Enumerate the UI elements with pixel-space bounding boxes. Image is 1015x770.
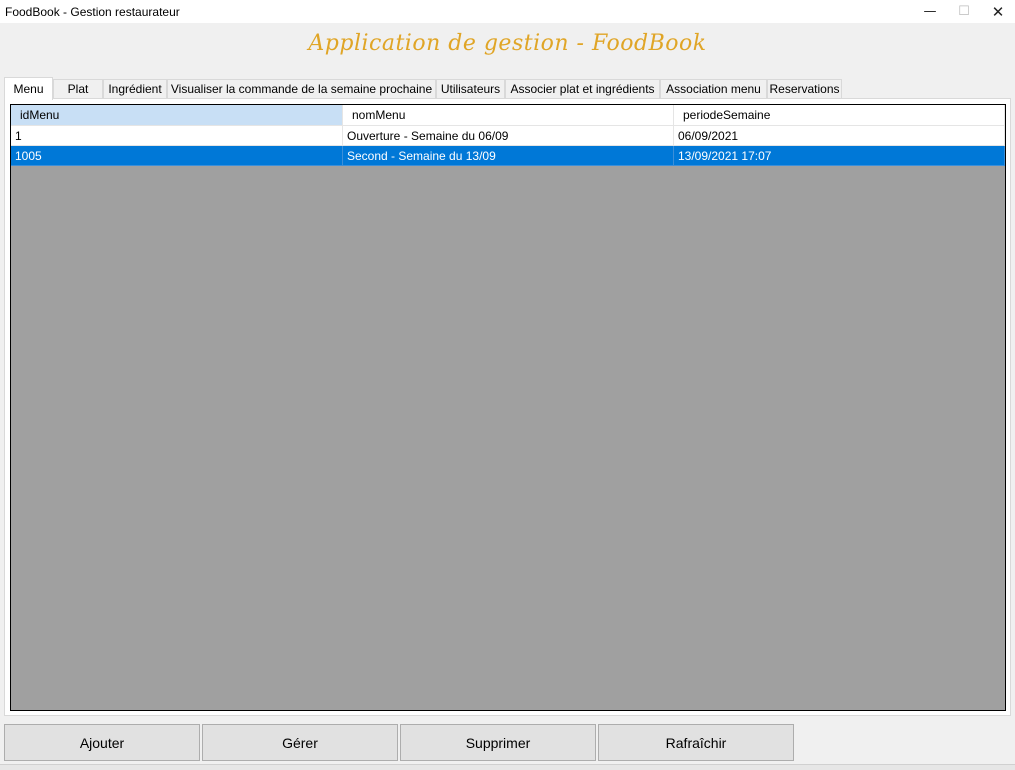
grid-header: idMenu nomMenu periodeSemaine [11,105,1005,126]
manage-button[interactable]: Gérer [202,724,398,761]
cell-idmenu[interactable]: 1005 [11,146,343,166]
tab-weekly-order[interactable]: Visualiser la commande de la semaine pro… [167,79,436,98]
refresh-button[interactable]: Rafraîchir [598,724,794,761]
window-title: FoodBook - Gestion restaurateur [5,5,180,19]
tab-menu-association[interactable]: Association menu [660,79,767,98]
minimize-button[interactable]: — [912,0,948,23]
close-button[interactable]: ✕ [980,0,1015,23]
delete-button[interactable]: Supprimer [400,724,596,761]
cell-idmenu[interactable]: 1 [11,126,343,146]
tab-reservations[interactable]: Reservations [767,79,842,98]
menu-grid[interactable]: idMenu nomMenu periodeSemaine 1 Ouvertur… [10,104,1006,711]
add-button[interactable]: Ajouter [4,724,200,761]
cell-nommenu[interactable]: Second - Semaine du 13/09 [343,146,674,166]
app-heading: Application de gestion - FoodBook [308,31,707,56]
tab-dish-ingredients[interactable]: Associer plat et ingrédients [505,79,660,98]
table-row[interactable]: 1 Ouverture - Semaine du 06/09 06/09/202… [11,126,1005,146]
tab-users[interactable]: Utilisateurs [436,79,505,98]
cell-periodesemaine[interactable]: 13/09/2021 17:07 [674,146,1005,166]
title-bar: FoodBook - Gestion restaurateur — ☐ ✕ [0,0,1015,24]
table-row-selected[interactable]: 1005 Second - Semaine du 13/09 13/09/202… [11,146,1005,166]
column-header-idmenu[interactable]: idMenu [11,105,343,126]
cell-periodesemaine[interactable]: 06/09/2021 [674,126,1005,146]
column-header-nommenu[interactable]: nomMenu [343,105,674,126]
status-bar [0,764,1015,770]
cell-nommenu[interactable]: Ouverture - Semaine du 06/09 [343,126,674,146]
column-header-periodesemaine[interactable]: periodeSemaine [674,105,1005,126]
maximize-button[interactable]: ☐ [946,0,982,23]
tab-ingredient[interactable]: Ingrédient [103,79,167,98]
tab-plat[interactable]: Plat [53,79,103,98]
tab-menu[interactable]: Menu [4,77,53,100]
